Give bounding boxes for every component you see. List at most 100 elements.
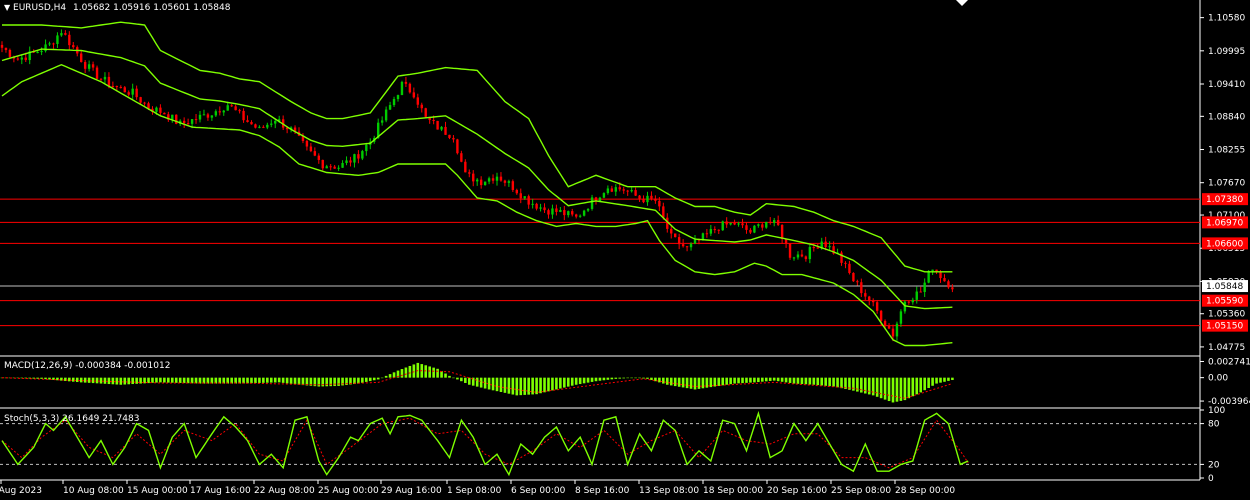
macd-histogram-bar (796, 377, 800, 384)
candle-body (875, 302, 879, 311)
candle-body (883, 320, 887, 326)
macd-histogram-bar (159, 377, 162, 383)
scroll-marker-icon[interactable] (956, 0, 968, 6)
candle-body (238, 110, 241, 112)
candle-body (464, 161, 467, 173)
macd-histogram-bar (99, 377, 103, 384)
macd-histogram-bar (467, 377, 471, 385)
candle-body (337, 167, 340, 169)
candle-body (681, 244, 685, 247)
macd-histogram-bar (764, 377, 768, 382)
macd-histogram-bar (808, 377, 812, 385)
macd-indicator-label: MACD(12,26,9) -0.000384 -0.001012 (4, 361, 171, 371)
macd-histogram-bar (951, 377, 954, 381)
candle-body (8, 49, 12, 57)
candle-body (923, 282, 926, 293)
macd-histogram-bar (812, 377, 816, 385)
macd-histogram-bar (824, 377, 827, 386)
macd-histogram-bar (871, 377, 875, 396)
bollinger-upper-line (2, 21, 953, 273)
candle-body (95, 67, 99, 79)
dropdown-triangle-icon[interactable]: ▼ (4, 3, 10, 12)
candle-body (139, 97, 142, 103)
candle-body (780, 224, 784, 239)
candle-body (709, 229, 713, 234)
macd-histogram-bar (119, 377, 123, 385)
candle-body (578, 215, 582, 217)
candle-body (606, 188, 610, 194)
candle-body (634, 190, 637, 196)
macd-histogram-bar (483, 377, 487, 389)
stoch-tick-label: 0 (1208, 474, 1214, 484)
candle-body (135, 88, 138, 98)
macd-histogram-bar (436, 368, 439, 378)
candle-body (424, 108, 427, 117)
candle-body (341, 163, 344, 168)
current-price-label: 1.05848 (1206, 282, 1243, 292)
candle-body (436, 120, 439, 130)
macd-histogram-bar (87, 377, 91, 383)
candle-body (357, 154, 360, 159)
macd-histogram-bar (891, 377, 895, 403)
macd-histogram-bar (111, 377, 115, 385)
candle-body (531, 203, 534, 205)
macd-histogram-bar (400, 369, 404, 378)
macd-histogram-bar (836, 377, 839, 388)
candle-body (804, 256, 808, 260)
candle-body (155, 107, 158, 112)
macd-histogram-bar (931, 377, 934, 386)
candle-body (48, 43, 51, 45)
candle-body (567, 211, 570, 216)
macd-histogram-bar (753, 377, 756, 383)
level-price-label: 1.06970 (1206, 218, 1243, 228)
time-tick-label: 25 Aug 00:00 (318, 486, 379, 496)
price-chart-svg[interactable]: 1.10580 1.09995 1.09410 1.08840 1.08255 1.076… (0, 0, 1250, 500)
candle-body (788, 243, 792, 258)
macd-histogram-bar (277, 377, 281, 383)
macd-histogram-bar (919, 377, 923, 393)
candle-body (757, 224, 760, 226)
macd-histogram-bar (464, 377, 467, 383)
candle-body (4, 47, 8, 50)
candle-body (571, 211, 574, 215)
macd-histogram-bar (337, 377, 340, 386)
macd-histogram-bar (804, 377, 808, 385)
candle-body (416, 97, 419, 105)
macd-histogram-bar (151, 377, 154, 383)
macd-histogram-bar (685, 377, 689, 389)
candle-body (800, 254, 804, 257)
candle-body (131, 88, 134, 95)
macd-histogram-bar (665, 377, 669, 385)
macd-histogram-bar (772, 377, 776, 381)
candle-body (796, 254, 800, 258)
candle-body (654, 198, 657, 201)
macd-histogram-bar (503, 377, 507, 393)
macd-histogram-bar (943, 377, 946, 382)
macd-histogram-bar (170, 377, 174, 383)
time-tick-label: 10 Aug 08:00 (63, 486, 124, 496)
macd-histogram-bar (460, 377, 463, 382)
macd-histogram-bar (725, 377, 728, 385)
level-price-label: 1.07380 (1206, 195, 1243, 205)
macd-histogram-bar (115, 377, 119, 385)
time-tick-label: 1 Sep 08:00 (447, 486, 502, 496)
candle-body (24, 57, 27, 61)
macd-histogram-bar (333, 377, 336, 387)
chart-window[interactable]: 1.10580 1.09995 1.09410 1.08840 1.08255 1.076… (0, 0, 1250, 500)
candle-body (345, 160, 348, 164)
candle-body (20, 57, 23, 60)
macd-histogram-bar (293, 377, 297, 385)
macd-histogram-bar (586, 377, 590, 383)
macd-histogram-bar (155, 377, 158, 383)
macd-histogram-bar (432, 367, 435, 378)
candle-body (305, 140, 309, 147)
candle-body (218, 111, 221, 113)
candle-body (547, 210, 550, 215)
macd-histogram-bar (733, 377, 736, 384)
candle-body (559, 210, 562, 212)
price-tick-label: 1.10580 (1208, 14, 1245, 24)
macd-histogram-bar (190, 377, 194, 384)
macd-histogram-bar (75, 377, 79, 383)
candle-body (689, 243, 693, 248)
candle-body (539, 207, 542, 209)
